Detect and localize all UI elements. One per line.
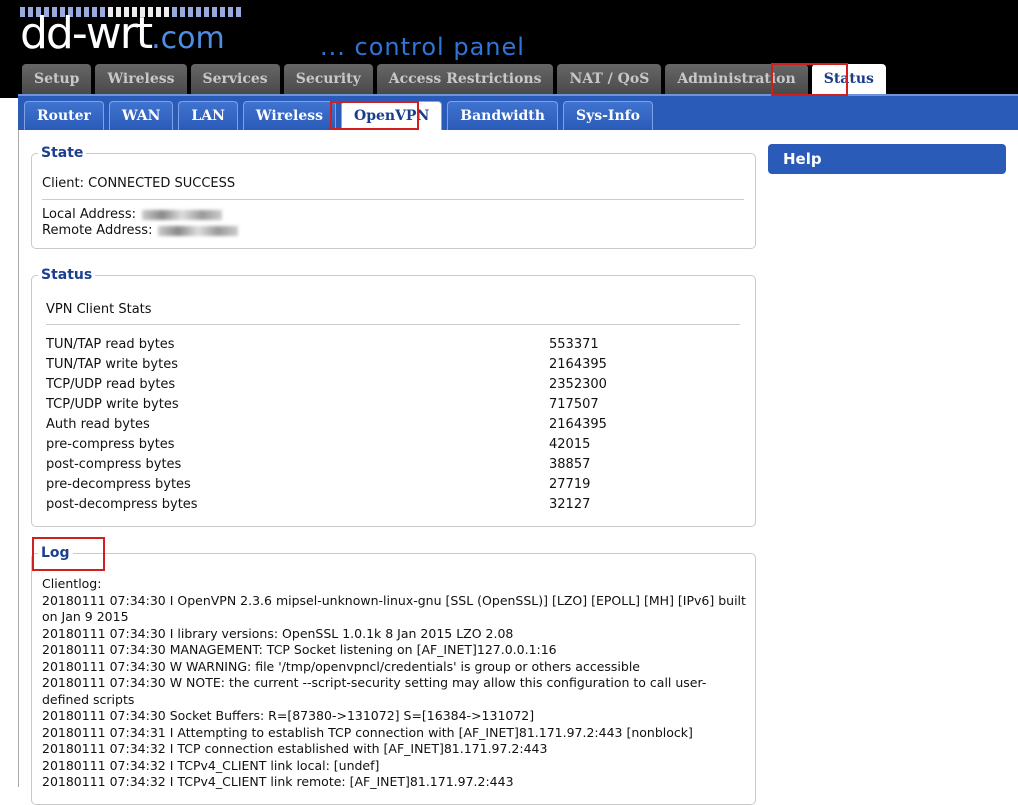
remote-address-label: Remote Address: — [42, 223, 153, 238]
help-panel-header[interactable]: Help — [768, 144, 1006, 174]
log-title: Clientlog: — [42, 576, 102, 591]
log-line: 20180111 07:34:30 W NOTE: the current --… — [42, 675, 707, 707]
stat-label: Auth read bytes — [46, 417, 150, 432]
stat-value: 32127 — [549, 497, 591, 512]
state-legend: State — [41, 145, 84, 161]
stat-value: 2164395 — [549, 417, 607, 432]
top-tab-services[interactable]: Services — [190, 64, 280, 94]
log-line: 20180111 07:34:30 MANAGEMENT: TCP Socket… — [42, 642, 557, 657]
dd-wrt-logo[interactable]: dd-wrt.com — [20, 12, 225, 56]
log-line: 20180111 07:34:30 I OpenVPN 2.3.6 mipsel… — [42, 592, 746, 625]
top-tab-wireless[interactable]: Wireless — [95, 64, 187, 94]
stat-value: 42015 — [549, 437, 591, 452]
sub-tab-wan[interactable]: WAN — [108, 101, 174, 130]
highlight-openvpn-tab — [330, 101, 419, 130]
status-legend: Status — [41, 267, 93, 283]
sub-tab-sys-info[interactable]: Sys-Info — [562, 101, 653, 130]
top-navigation: Setup Wireless Services Security Access Rest… — [22, 64, 886, 94]
sub-tab-router[interactable]: Router — [24, 101, 104, 130]
stat-value: 717507 — [549, 397, 599, 412]
logo-text: dd-wrt — [20, 8, 153, 59]
local-address-row: Local Address: — [42, 207, 222, 222]
stat-label: TCP/UDP write bytes — [46, 397, 179, 412]
log-line: 20180111 07:34:32 I TCP connection estab… — [42, 741, 548, 756]
sub-tab-bandwidth[interactable]: Bandwidth — [447, 101, 558, 130]
stat-label: TCP/UDP read bytes — [46, 377, 176, 392]
divider — [46, 324, 740, 325]
log-lines: 20180111 07:34:30 I OpenVPN 2.3.6 mipsel… — [42, 593, 747, 791]
top-tab-nat-qos[interactable]: NAT / QoS — [557, 64, 662, 94]
highlight-log-legend — [32, 537, 105, 571]
log-text: Clientlog: 20180111 07:34:30 I OpenVPN 2… — [42, 576, 747, 791]
stat-label: TUN/TAP read bytes — [46, 337, 175, 352]
redacted-local-address — [141, 209, 222, 220]
log-line: 20180111 07:34:30 Socket Buffers: R=[873… — [42, 708, 535, 723]
log-line: 20180111 07:34:31 I Attempting to establ… — [42, 724, 693, 740]
stat-value: 38857 — [549, 457, 591, 472]
stat-label: pre-decompress bytes — [46, 477, 191, 492]
top-tab-setup[interactable]: Setup — [22, 64, 92, 94]
divider — [42, 199, 744, 200]
top-tab-access-restrictions[interactable]: Access Restrictions — [376, 64, 554, 94]
sub-tab-wireless[interactable]: Wireless — [242, 101, 336, 130]
redacted-remote-address — [158, 225, 239, 236]
remote-address-row: Remote Address: — [42, 223, 239, 238]
log-line: 20180111 07:34:32 I TCPv4_CLIENT link lo… — [42, 757, 380, 773]
stat-label: pre-compress bytes — [46, 437, 175, 452]
local-address-label: Local Address: — [42, 207, 136, 222]
logo-suffix: .com — [151, 21, 225, 56]
stat-label: post-compress bytes — [46, 457, 182, 472]
vpn-client-stats-heading: VPN Client Stats — [46, 302, 152, 317]
logo-bar — [228, 7, 233, 17]
log-line: 20180111 07:34:30 W WARNING: file '/tmp/… — [42, 658, 640, 674]
stat-value: 2352300 — [549, 377, 607, 392]
stat-value: 27719 — [549, 477, 591, 492]
stat-value: 2164395 — [549, 357, 607, 372]
stat-value: 553371 — [549, 337, 599, 352]
stat-label: post-decompress bytes — [46, 497, 198, 512]
sub-tab-lan[interactable]: LAN — [178, 101, 238, 130]
client-status: Client: CONNECTED SUCCESS — [42, 176, 236, 191]
log-line: 20180111 07:34:32 I TCPv4_CLIENT link re… — [42, 774, 514, 789]
control-panel-tagline: ... control panel — [320, 33, 525, 61]
top-tab-security[interactable]: Security — [283, 64, 373, 94]
highlight-status-tab — [771, 63, 848, 96]
stat-label: TUN/TAP write bytes — [46, 357, 178, 372]
log-line: 20180111 07:34:30 I library versions: Op… — [42, 625, 514, 641]
logo-bar — [236, 7, 241, 17]
